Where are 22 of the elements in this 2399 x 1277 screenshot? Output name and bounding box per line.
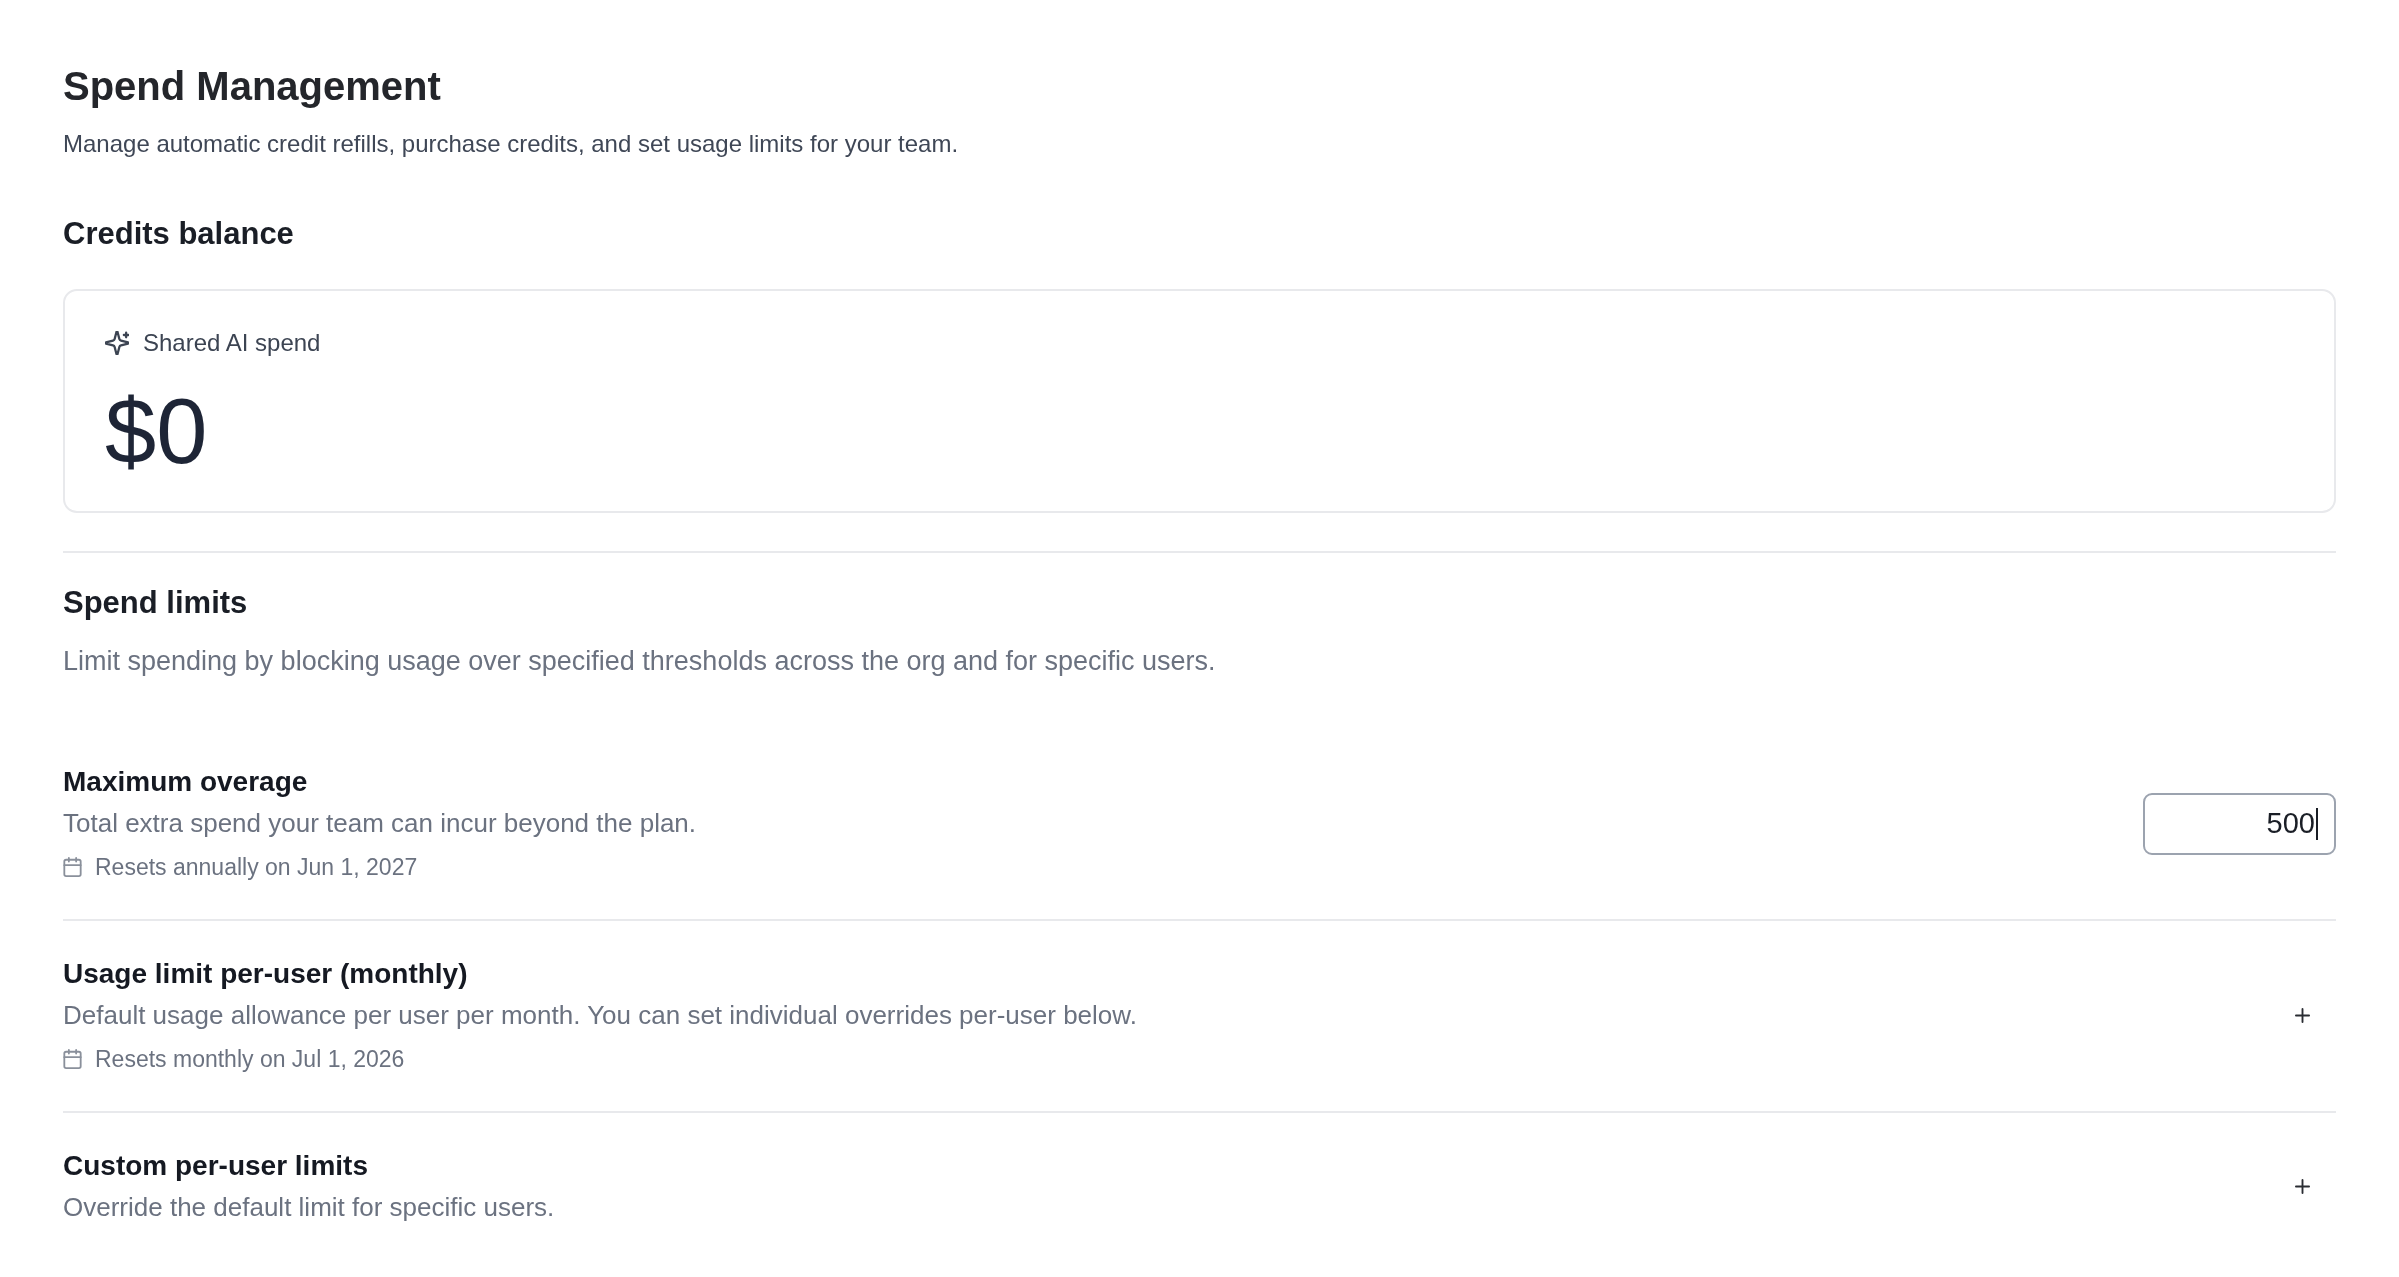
setting-title: Custom per-user limits xyxy=(63,1149,368,1183)
sparkle-icon xyxy=(105,331,129,355)
setting-description: Total extra spend your team can incur beyond the plan. xyxy=(63,807,697,840)
section-heading: Credits balance xyxy=(63,215,295,253)
calendar-icon xyxy=(63,857,82,877)
section-heading: Spend limits xyxy=(63,584,249,622)
reset-date-text: Resets monthly on Jul 1, 2026 xyxy=(95,1045,405,1074)
reset-date-text: Resets annually on Jun 1, 2027 xyxy=(95,853,418,882)
card-label: Shared AI spend xyxy=(143,328,321,358)
setting-title: Maximum overage xyxy=(63,765,308,799)
amount-input[interactable]: 500 xyxy=(2143,792,2336,855)
setting-description: Default usage allowance per user per month. You can set individual overrides per-user below. xyxy=(63,999,1137,1032)
page-title: Spend Management xyxy=(63,63,442,110)
plus-icon xyxy=(2294,1008,2310,1023)
plus-icon xyxy=(2294,1178,2310,1194)
page-description: Manage automatic credit refills, purchase credits, and set usage limits for your team. xyxy=(63,129,960,159)
setting-title: Usage limit per-user (monthly) xyxy=(63,957,468,991)
text-cursor-icon xyxy=(2316,807,2318,840)
credit-amount: $0 xyxy=(105,381,208,481)
section-description: Limit spending by blocking usage over specified thresholds across the org and for specific users. xyxy=(63,645,1217,678)
setting-description: Override the default limit for specific users. xyxy=(63,1191,555,1224)
calendar-icon xyxy=(63,1049,82,1069)
